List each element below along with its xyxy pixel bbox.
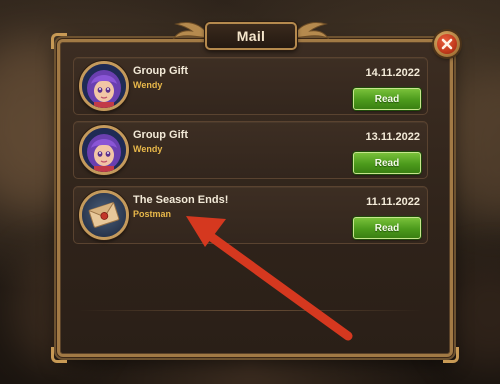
close-icon: [437, 34, 457, 54]
mail-date: 13.11.2022: [365, 131, 420, 143]
mail-title: The Season Ends!: [133, 194, 229, 206]
mail-list-item[interactable]: Group Gift Wendy 13.11.2022 Read: [73, 121, 428, 179]
background-blur: [445, 70, 500, 220]
panel-corner-ornament: [51, 347, 67, 363]
panel-corner-ornament: [51, 33, 67, 49]
read-button[interactable]: Read: [353, 88, 421, 110]
mail-sender: Wendy: [133, 144, 163, 154]
close-button[interactable]: [434, 31, 460, 57]
mail-list-item[interactable]: The Season Ends! Postman 11.11.2022 Read: [73, 186, 428, 244]
mail-title: Group Gift: [133, 129, 188, 141]
read-button[interactable]: Read: [353, 152, 421, 174]
mail-list-item[interactable]: Group Gift Wendy 14.11.2022 Read: [73, 57, 428, 115]
mail-sender: Postman: [133, 209, 172, 219]
envelope-icon: [79, 190, 129, 240]
mail-sender: Wendy: [133, 80, 163, 90]
game-mail-screen: Mail Group Gift Wendy 14.11.2022 Read Gr…: [0, 0, 500, 384]
panel-corner-ornament: [443, 347, 459, 363]
mail-date: 11.11.2022: [366, 196, 420, 208]
wendy-avatar-icon: [79, 61, 129, 111]
list-divider: [78, 310, 423, 311]
mail-title: Group Gift: [133, 65, 188, 77]
mail-date: 14.11.2022: [365, 67, 420, 79]
read-button[interactable]: Read: [353, 217, 421, 239]
window-title: Mail: [205, 22, 297, 50]
wendy-avatar-icon: [79, 125, 129, 175]
title-wing-ornament-right: [293, 21, 330, 40]
